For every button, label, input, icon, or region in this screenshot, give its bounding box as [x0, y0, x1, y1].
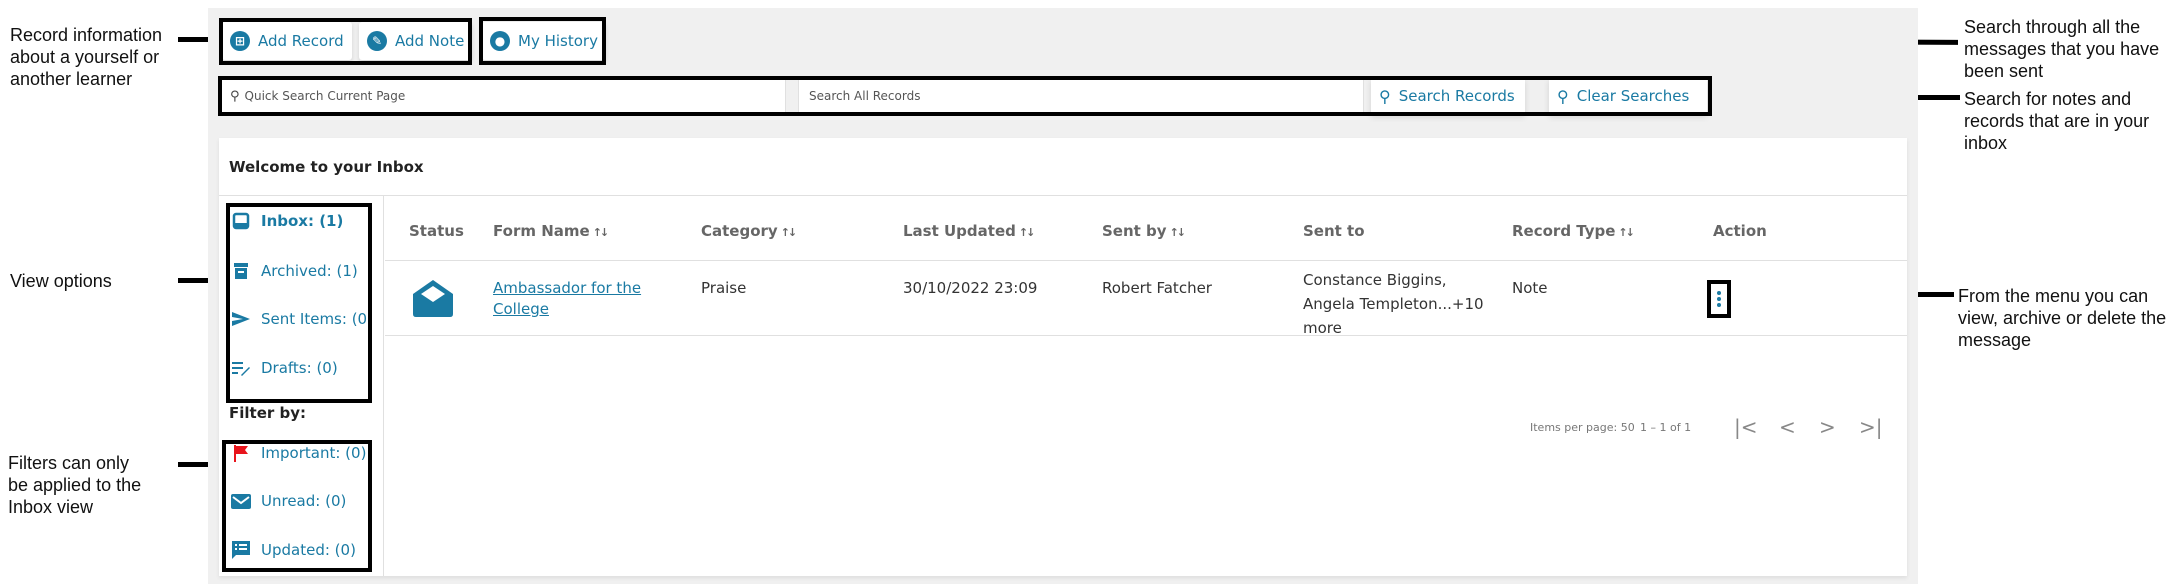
quick-search-placeholder: Quick Search Current Page	[244, 89, 406, 103]
filter-updated[interactable]: Updated: (0)	[231, 541, 356, 559]
sidebar-item-label: Drafts: (0)	[261, 359, 338, 377]
column-header-category[interactable]: Category ↑↓	[701, 222, 798, 240]
sidebar-item-archived[interactable]: Archived: (1)	[231, 262, 358, 280]
column-header-sent-by[interactable]: Sent by ↑↓	[1102, 222, 1187, 240]
column-header-action: Action	[1713, 222, 1767, 240]
column-header-status: Status	[409, 222, 464, 240]
sort-icon: ↑↓	[592, 226, 610, 239]
last-updated-cell: 30/10/2022 23:09	[903, 279, 1038, 297]
annotation-view-options: View options	[10, 271, 112, 291]
search-icon: ⚲	[230, 88, 240, 104]
annotation-record-info: Record information about a yourself or a…	[10, 25, 163, 89]
annotation-filters: Filters can only be applied to the Inbox…	[8, 453, 142, 517]
my-history-button[interactable]: ● My History	[482, 22, 606, 60]
clear-searches-button[interactable]: ⚲ Clear Searches	[1549, 78, 1707, 114]
column-header-form-name[interactable]: Form Name ↑↓	[493, 222, 610, 240]
add-note-icon: ✎	[367, 31, 387, 51]
items-per-page[interactable]: Items per page: 50	[1530, 421, 1635, 434]
page-title: Welcome to your Inbox	[229, 158, 424, 176]
sidebar-item-label: Sent Items: (0)	[261, 310, 373, 328]
kebab-menu-icon	[1717, 291, 1721, 295]
first-page-button[interactable]: |<	[1734, 415, 1758, 439]
add-note-button[interactable]: ✎ Add Note	[359, 22, 473, 60]
send-icon	[231, 310, 251, 328]
my-history-label: My History	[518, 32, 598, 50]
archive-icon	[231, 262, 251, 280]
search-records-button[interactable]: ⚲ Search Records	[1371, 78, 1525, 114]
sent-by-cell: Robert Fatcher	[1102, 279, 1212, 297]
sort-icon: ↑↓	[1018, 226, 1036, 239]
inbox-card: Welcome to your Inbox Inbox: (1) Archive…	[219, 138, 1907, 576]
search-all-placeholder: Search All Records	[809, 89, 921, 103]
add-record-icon: ⊞	[230, 31, 250, 51]
divider	[385, 260, 1907, 261]
next-page-button[interactable]: >	[1819, 415, 1836, 439]
filter-label: Important: (0)	[261, 444, 367, 462]
comment-list-icon	[231, 541, 251, 559]
filter-by-label: Filter by:	[229, 404, 307, 422]
sidebar-item-inbox[interactable]: Inbox: (1)	[231, 212, 343, 230]
annotation-menu: From the menu you can view, archive or d…	[1958, 286, 2167, 350]
prev-page-button[interactable]: <	[1779, 415, 1796, 439]
form-name-link[interactable]: Ambassador for the College	[493, 278, 663, 320]
kebab-dot	[1717, 303, 1721, 307]
page-range: 1 – 1 of 1	[1640, 421, 1692, 434]
column-header-record-type[interactable]: Record Type ↑↓	[1512, 222, 1635, 240]
search-records-label: Search Records	[1398, 87, 1515, 105]
drafts-icon	[231, 359, 251, 377]
opened-envelope-icon	[411, 278, 455, 322]
flag-icon	[231, 444, 251, 462]
filter-important[interactable]: Important: (0)	[231, 444, 366, 462]
filter-label: Updated: (0)	[261, 541, 356, 559]
envelope-icon	[231, 492, 251, 510]
sidebar-item-sent[interactable]: Sent Items: (0)	[231, 310, 373, 328]
divider	[219, 195, 1907, 196]
last-page-button[interactable]: >|	[1859, 415, 1883, 439]
add-note-label: Add Note	[395, 32, 465, 50]
sort-icon: ↑↓	[780, 226, 798, 239]
filter-unread[interactable]: Unread: (0)	[231, 492, 346, 510]
search-icon: ⚲	[1379, 86, 1391, 106]
sort-icon: ↑↓	[1169, 226, 1187, 239]
filter-label: Unread: (0)	[261, 492, 347, 510]
sidebar-item-label: Inbox: (1)	[261, 212, 344, 230]
sidebar: Inbox: (1) Archived: (1) Sent Items: (0)…	[219, 196, 384, 576]
annotation-search-notes: Search for notes and records that are in…	[1964, 89, 2150, 153]
sidebar-item-drafts[interactable]: Drafts: (0)	[231, 359, 338, 377]
column-header-last-updated[interactable]: Last Updated ↑↓	[903, 222, 1036, 240]
divider	[385, 335, 1907, 336]
quick-search-input[interactable]: ⚲ Quick Search Current Page	[219, 78, 786, 114]
kebab-dot	[1717, 297, 1721, 301]
inbox-icon	[231, 212, 251, 230]
add-record-label: Add Record	[258, 32, 344, 50]
clear-search-icon: ⚲	[1557, 86, 1569, 106]
annotation-search-sent: Search through all the messages that you…	[1964, 17, 2160, 81]
column-header-sent-to: Sent to	[1303, 222, 1365, 240]
sent-to-cell: Constance Biggins, Angela Templeton...+1…	[1303, 271, 1484, 337]
category-cell: Praise	[701, 279, 747, 297]
record-type-cell: Note	[1512, 279, 1548, 297]
sort-icon: ↑↓	[1618, 226, 1635, 239]
sidebar-item-label: Archived: (1)	[261, 262, 358, 280]
clear-searches-label: Clear Searches	[1576, 87, 1690, 105]
add-record-button[interactable]: ⊞ Add Record	[222, 22, 352, 60]
action-menu-button[interactable]	[1707, 280, 1731, 318]
search-all-input[interactable]: Search All Records	[798, 78, 1364, 114]
user-icon: ●	[490, 31, 510, 51]
